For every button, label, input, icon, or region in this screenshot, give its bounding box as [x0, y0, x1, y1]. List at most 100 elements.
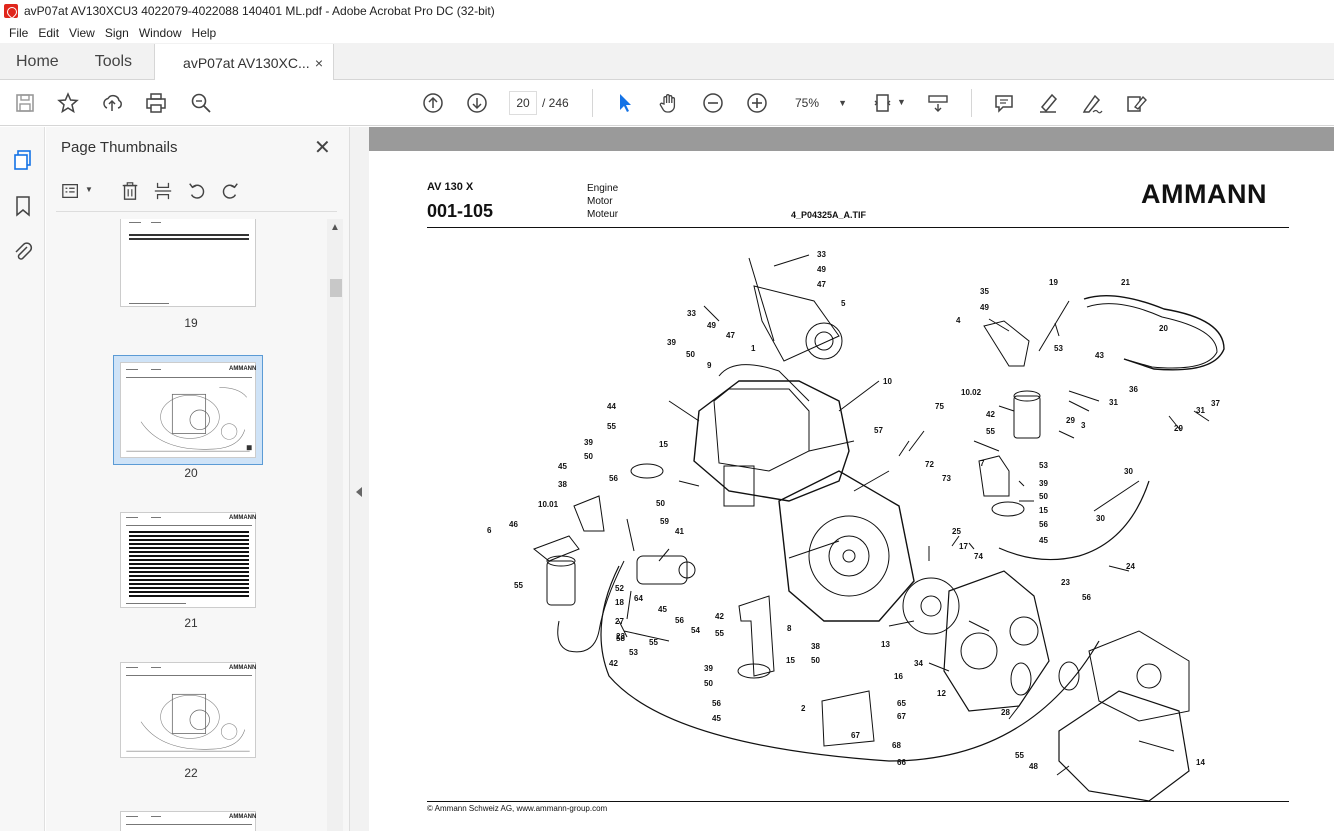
close-icon[interactable]: ✕	[314, 135, 331, 160]
thumbnail-label: 19	[184, 316, 198, 330]
rotate-counterclockwise-icon[interactable]	[186, 180, 208, 202]
callout-label: 21	[1121, 278, 1130, 287]
callout-label: 13	[881, 640, 890, 649]
tab-document[interactable]: avP07at AV130XC... ×	[154, 44, 335, 81]
thumbnail-page-19[interactable]	[120, 219, 256, 307]
scrollbar-thumb[interactable]	[330, 279, 342, 297]
callout-label: 72	[925, 460, 934, 469]
attachment-icon[interactable]	[10, 239, 36, 265]
thumbnail-scrollbar[interactable]	[327, 219, 343, 831]
toolbar-divider	[592, 89, 593, 117]
zoom-value: 75%	[795, 96, 820, 110]
callout-label: 23	[616, 632, 625, 641]
callout-label: 55	[715, 629, 724, 638]
thumbnail-page-22[interactable]: AMMANN	[120, 662, 256, 758]
callout-label: 53	[629, 648, 638, 657]
page-fit-icon[interactable]	[872, 91, 896, 115]
page-number-input[interactable]	[509, 91, 537, 115]
callout-label: 43	[1095, 351, 1104, 360]
callout-label: 42	[715, 612, 724, 621]
window-titlebar: avP07at AV130XCU3 4022079-4022088 140401…	[0, 0, 1334, 22]
callout-label: 39	[1039, 479, 1048, 488]
callout-label: 49	[707, 321, 716, 330]
zoom-select[interactable]: 75% ▼	[790, 91, 852, 115]
panel-splitter[interactable]	[349, 127, 369, 831]
callout-label: 36	[1129, 385, 1138, 394]
callout-label: 45	[558, 462, 567, 471]
page-fit-chevron-icon[interactable]: ▼	[897, 97, 906, 107]
thumbnail-page-21[interactable]: AMMANN	[120, 512, 256, 608]
zoom-in-icon[interactable]	[745, 91, 769, 115]
callout-label: 39	[667, 338, 676, 347]
thumbnail-label: 21	[184, 616, 198, 630]
thumbnail-page-23[interactable]: AMMANN	[120, 811, 256, 831]
menu-window[interactable]: Window	[134, 26, 187, 40]
print-icon[interactable]	[144, 91, 168, 115]
callout-label: 47	[817, 280, 826, 289]
zoom-search-icon[interactable]	[189, 91, 213, 115]
tab-home[interactable]: Home	[0, 43, 75, 80]
menu-view[interactable]: View	[64, 26, 100, 40]
left-tool-rail	[0, 127, 45, 831]
menu-edit[interactable]: Edit	[33, 26, 64, 40]
page-down-icon[interactable]	[465, 91, 489, 115]
document-view[interactable]: AV 130 X 001-105 Engine Motor Moteur 4_P…	[369, 127, 1334, 831]
window-title: avP07at AV130XCU3 4022079-4022088 140401…	[24, 4, 495, 18]
sign-icon[interactable]	[1080, 91, 1104, 115]
callout-label: 66	[897, 758, 906, 767]
menu-bar: File Edit View Sign Window Help	[0, 22, 1334, 43]
callout-label: 9	[707, 361, 712, 370]
page-up-icon[interactable]	[421, 91, 445, 115]
callout-label: 18	[615, 598, 624, 607]
callout-label: 50	[811, 656, 820, 665]
thumbnail-options-icon[interactable]	[60, 180, 82, 202]
delete-page-icon[interactable]	[119, 180, 141, 202]
callout-label: 24	[1126, 562, 1135, 571]
thumbnail-label: 20	[184, 466, 198, 480]
collapse-panel-icon[interactable]	[356, 487, 362, 497]
bookmark-icon[interactable]	[10, 193, 36, 219]
callout-label: 23	[1061, 578, 1070, 587]
callout-label: 67	[851, 731, 860, 740]
callout-label: 45	[658, 605, 667, 614]
scroll-mode-icon[interactable]	[926, 91, 950, 115]
fill-sign-icon[interactable]	[1124, 91, 1148, 115]
page-count: / 246	[542, 96, 569, 110]
upload-icon[interactable]	[100, 91, 124, 115]
callout-label: 56	[675, 616, 684, 625]
menu-help[interactable]: Help	[187, 26, 222, 40]
menu-file[interactable]: File	[4, 26, 33, 40]
tab-bar: Home Tools avP07at AV130XC... ×	[0, 43, 1334, 81]
hand-icon[interactable]	[657, 91, 681, 115]
select-arrow-icon[interactable]	[613, 91, 637, 115]
thumbnail-page-20[interactable]: AMMANN	[120, 362, 256, 458]
callout-label: 12	[937, 689, 946, 698]
tab-close-icon[interactable]: ×	[315, 55, 323, 71]
callout-label: 39	[704, 664, 713, 673]
menu-sign[interactable]: Sign	[100, 26, 134, 40]
callout-label: 55	[514, 581, 523, 590]
star-icon[interactable]	[56, 91, 80, 115]
callout-label: 57	[874, 426, 883, 435]
insert-page-icon[interactable]	[152, 180, 174, 202]
callout-label: 19	[1049, 278, 1058, 287]
callout-label: 47	[726, 331, 735, 340]
rotate-clockwise-icon[interactable]	[219, 180, 241, 202]
toolbar-divider	[971, 89, 972, 117]
options-chevron-icon[interactable]: ▼	[85, 185, 93, 194]
callout-label: 29	[1174, 424, 1183, 433]
exploded-engine-diagram: 3349475334947139509104455153950564538501…	[487, 250, 1225, 802]
comment-icon[interactable]	[992, 91, 1016, 115]
zoom-out-icon[interactable]	[701, 91, 725, 115]
save-icon[interactable]	[13, 91, 37, 115]
page-thumbnails-icon[interactable]	[10, 147, 36, 173]
callout-label: 14	[1196, 758, 1205, 767]
callout-label: 15	[1039, 506, 1048, 515]
callout-label: 5	[841, 299, 846, 308]
callout-label: 37	[1211, 399, 1220, 408]
scroll-up-icon[interactable]: ▲	[330, 222, 340, 233]
callout-label: 45	[1039, 536, 1048, 545]
highlight-icon[interactable]	[1036, 91, 1060, 115]
tab-tools[interactable]: Tools	[75, 43, 148, 80]
callout-label: 52	[615, 584, 624, 593]
